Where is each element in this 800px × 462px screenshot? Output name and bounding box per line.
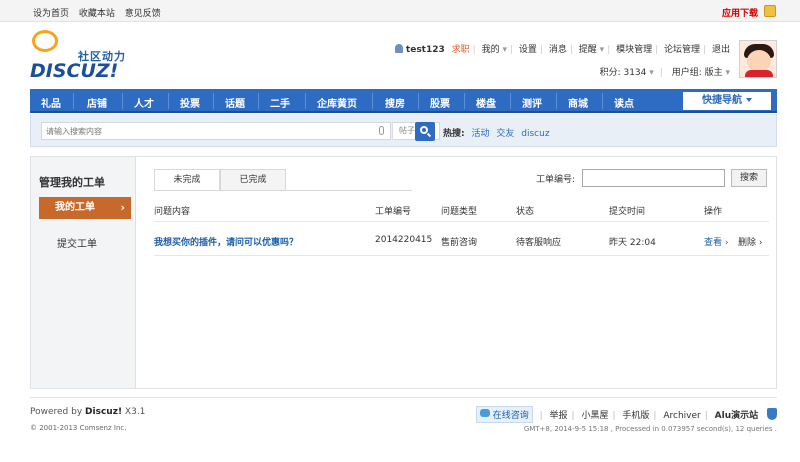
- chat-icon: [479, 409, 490, 417]
- blackroom-link[interactable]: 小黑屋: [581, 411, 608, 421]
- chevron-down-icon: [746, 98, 752, 102]
- chevron-down-icon: ▾: [722, 68, 730, 78]
- hot-searches: 热搜: 活动 交友 discuz: [443, 126, 550, 139]
- shield-icon[interactable]: [767, 408, 777, 420]
- ticket-time: 昨天 22:04: [609, 238, 656, 248]
- sidebar-title: 管理我的工单: [39, 176, 105, 189]
- sidebar-item-label: 我的工单: [55, 202, 95, 213]
- bookmark-site-link[interactable]: 收藏本站: [79, 9, 115, 19]
- app-download-icon[interactable]: [764, 5, 776, 17]
- col-submit-time: 提交时间: [609, 207, 646, 217]
- tab-incomplete[interactable]: 未完成: [154, 169, 220, 191]
- mine-menu[interactable]: 我的: [482, 45, 500, 55]
- avatar[interactable]: [739, 40, 777, 78]
- server-stats: GMT+8, 2014-9-5 15:18 , Processed in 0.0…: [523, 425, 777, 433]
- chevron-down-icon: ▾: [646, 68, 654, 78]
- delete-ticket-button[interactable]: 删除 ›: [738, 235, 762, 248]
- logout-link[interactable]: 退出: [712, 45, 730, 55]
- archiver-link[interactable]: Archiver: [663, 411, 700, 421]
- search-type-value: 帖子: [399, 126, 415, 135]
- chevron-down-icon: ▾: [596, 45, 605, 55]
- copyright: © 2001-2013 Comsenz Inc.: [30, 424, 127, 432]
- ticket-type: 售前咨询: [441, 238, 478, 248]
- nav-item-reading[interactable]: 读点: [614, 95, 634, 110]
- site-logo[interactable]: 社区动力 DISCUZ!: [30, 30, 140, 82]
- nav-item-yellow-pages[interactable]: 企库黄页: [317, 95, 357, 110]
- microphone-icon[interactable]: [379, 126, 384, 135]
- nav-item-secondhand[interactable]: 二手: [270, 95, 290, 110]
- chevron-right-icon: ›: [120, 201, 125, 214]
- discuz-link[interactable]: Discuz!: [85, 407, 122, 417]
- chevron-down-icon: ▾: [499, 45, 507, 55]
- col-actions: 操作: [704, 207, 723, 217]
- col-status: 状态: [516, 207, 535, 217]
- powered-by: Powered by Discuz! X3.1: [30, 407, 146, 417]
- order-number-input[interactable]: [582, 169, 725, 187]
- user-group-menu[interactable]: 用户组: 版主: [672, 68, 723, 78]
- quick-nav-button[interactable]: 快捷导航: [683, 92, 771, 110]
- module-manage-link[interactable]: 模块管理: [616, 45, 652, 55]
- tab-divider: [154, 190, 412, 191]
- nav-item-vote[interactable]: 投票: [180, 95, 200, 110]
- forum-manage-link[interactable]: 论坛管理: [664, 45, 700, 55]
- user-nav: test123 求职 | 我的 ▾ | 设置 | 消息 | 提醒 ▾ | 模块管理 | 论坛…: [394, 42, 730, 55]
- col-order-number: 工单编号: [375, 207, 412, 217]
- hot-term-activity[interactable]: 活动: [471, 129, 489, 139]
- sidebar-item-my-tickets[interactable]: 我的工单 ›: [39, 197, 131, 219]
- messages-link[interactable]: 消息: [549, 45, 567, 55]
- nav-item-shops[interactable]: 店铺: [87, 95, 107, 110]
- mobile-link[interactable]: 手机版: [622, 411, 649, 421]
- top-utility-bar: 设为首页 收藏本站 意见反馈 应用下载: [0, 0, 800, 22]
- footer-links: 在线咨询 | 举报 | 小黑屋 | 手机版 | Archiver | Alu演示站: [475, 406, 777, 423]
- nav-item-properties[interactable]: 楼盘: [476, 95, 496, 110]
- nav-item-housing[interactable]: 搜房: [385, 95, 405, 110]
- username-link[interactable]: test123: [406, 45, 445, 55]
- nav-item-stocks[interactable]: 股票: [430, 95, 450, 110]
- tab-completed[interactable]: 已完成: [220, 169, 286, 191]
- seek-help-link[interactable]: 求职: [452, 45, 470, 55]
- points-menu[interactable]: 积分: 3134: [600, 68, 647, 78]
- online-chat-button[interactable]: 在线咨询: [475, 406, 533, 423]
- ticket-sidebar: 管理我的工单 我的工单 › 提交工单: [31, 157, 136, 388]
- logo-wordmark: DISCUZ!: [30, 60, 119, 82]
- search-input[interactable]: [41, 122, 391, 140]
- set-homepage-link[interactable]: 设为首页: [33, 9, 69, 19]
- quick-nav-label: 快捷导航: [702, 95, 742, 106]
- search-bar: 帖子 热搜: 活动 交友 discuz: [30, 114, 777, 147]
- user-info: 积分: 3134 ▾ | 用户组: 版主 ▾: [599, 68, 730, 78]
- col-type: 问题类型: [441, 207, 478, 217]
- hot-search-label: 热搜:: [443, 129, 465, 139]
- nav-item-gifts[interactable]: 礼品: [41, 95, 61, 110]
- hot-term-discuz[interactable]: discuz: [521, 129, 549, 139]
- nav-item-talent[interactable]: 人才: [134, 95, 154, 110]
- settings-link[interactable]: 设置: [519, 45, 537, 55]
- ticket-subject-link[interactable]: 我想买你的插件，请问可以优惠吗？: [154, 235, 298, 248]
- order-number-label: 工单编号:: [536, 175, 576, 185]
- table-row: 我想买你的插件，请问可以优惠吗？ 2014220415 售前咨询 待客服响应 昨…: [154, 224, 769, 256]
- order-search-button[interactable]: 搜索: [731, 169, 767, 187]
- report-link[interactable]: 举报: [550, 411, 568, 421]
- app-download-link[interactable]: 应用下载: [722, 6, 758, 19]
- col-subject: 问题内容: [154, 207, 191, 217]
- ticket-order-number: 2014220415: [375, 235, 433, 245]
- view-ticket-button[interactable]: 查看 ›: [704, 235, 728, 248]
- nav-item-topics[interactable]: 话题: [225, 95, 245, 110]
- ticket-panel: 管理我的工单 我的工单 › 提交工单 未完成 已完成 工单编号: 搜索 问题内容…: [30, 156, 777, 389]
- hot-term-dating[interactable]: 交友: [496, 129, 514, 139]
- site-name-link[interactable]: Alu演示站: [715, 411, 758, 421]
- nav-item-reviews[interactable]: 测评: [522, 95, 542, 110]
- ticket-status: 待客服响应: [516, 238, 562, 248]
- main-nav: 礼品 店铺 人才 投票 话题 二手 企库黄页 搜房 股票 楼盘 测评 商城 读点…: [30, 89, 777, 113]
- logo-bubble-icon: [32, 30, 58, 52]
- reminders-menu[interactable]: 提醒: [579, 45, 597, 55]
- feedback-link[interactable]: 意见反馈: [125, 9, 161, 19]
- search-button[interactable]: [415, 122, 435, 141]
- footer-divider: [30, 397, 777, 398]
- nav-item-mall[interactable]: 商城: [568, 95, 588, 110]
- sidebar-item-submit-ticket[interactable]: 提交工单: [57, 235, 97, 250]
- user-icon: [394, 44, 403, 53]
- table-header: 问题内容 工单编号 问题类型 状态 提交时间 操作: [154, 200, 769, 222]
